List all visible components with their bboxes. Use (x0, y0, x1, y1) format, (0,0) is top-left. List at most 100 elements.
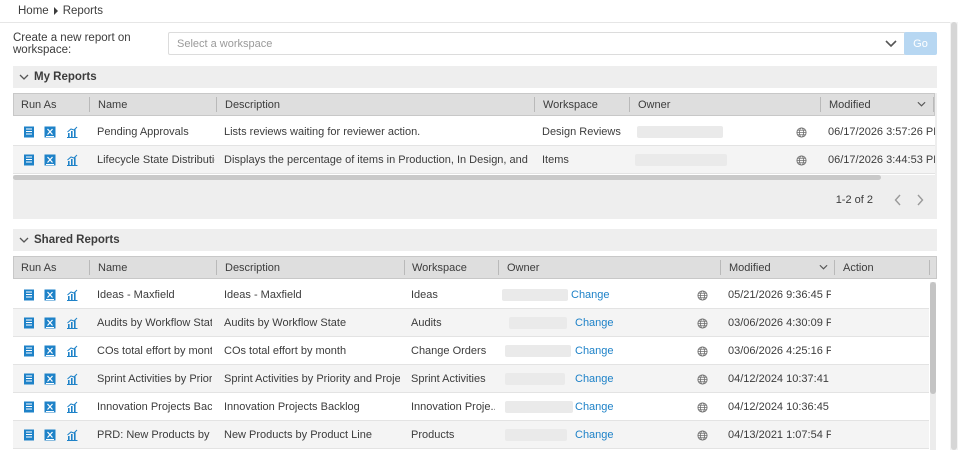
workspace-select[interactable]: Select a workspace (168, 32, 906, 55)
chart-view-icon[interactable] (66, 154, 78, 166)
col-modified[interactable]: Modified (722, 257, 822, 278)
table-row[interactable]: Sprint Activities by Priority Sprint Acti… (13, 365, 929, 393)
globe-icon (697, 346, 708, 357)
col-description[interactable]: Description (218, 257, 404, 278)
change-owner-link[interactable]: Change (575, 421, 615, 448)
report-name[interactable]: Lifecycle State Distribution (97, 146, 215, 173)
owner-name-redacted (637, 126, 723, 138)
chart-view-icon[interactable] (66, 126, 78, 138)
globe-icon (796, 155, 807, 166)
table-row[interactable]: Pending Approvals Lists reviews waiting … (13, 118, 935, 146)
my-reports-panel: Run As Name Description Workspace Owner … (13, 93, 937, 219)
chart-view-icon[interactable] (66, 373, 78, 385)
globe-icon (697, 318, 708, 329)
chart-view-icon[interactable] (66, 317, 78, 329)
report-name[interactable]: COs total effort by month (97, 337, 212, 364)
report-name[interactable]: Innovation Projects Backlo (97, 393, 212, 420)
report-name[interactable]: Pending Approvals (97, 118, 215, 145)
table-view-icon[interactable] (23, 401, 35, 413)
table-view-icon[interactable] (23, 345, 35, 357)
change-owner-link[interactable]: Change (575, 393, 615, 420)
report-workspace: Sprint Activities (411, 372, 486, 385)
col-workspace[interactable]: Workspace (405, 257, 498, 278)
chevron-left-icon[interactable] (893, 194, 903, 206)
change-owner-link[interactable]: Change (575, 365, 615, 392)
col-owner[interactable]: Owner (500, 257, 720, 278)
my-reports-header[interactable]: My Reports (13, 66, 937, 88)
excel-export-icon[interactable] (44, 154, 56, 166)
table-view-icon[interactable] (23, 317, 35, 329)
report-modified: 04/12/2024 10:36:45 A... (728, 400, 831, 413)
table-row[interactable]: Innovation Projects Backlo Innovation Pro… (13, 393, 929, 421)
breadcrumb-home[interactable]: Home (18, 5, 49, 17)
col-description[interactable]: Description (218, 94, 534, 115)
col-name[interactable]: Name (91, 94, 216, 115)
shared-reports-panel: Run As Name Description Workspace Owner … (13, 256, 937, 450)
excel-export-icon[interactable] (44, 126, 56, 138)
table-row[interactable]: PRD: New Products by Proc New Products by… (13, 421, 929, 449)
table-view-icon[interactable] (23, 373, 35, 385)
shared-reports-header[interactable]: Shared Reports (13, 229, 937, 251)
table-view-icon[interactable] (23, 154, 35, 166)
report-modified: 06/17/2026 3:44:53 PM (828, 153, 935, 166)
change-owner-link[interactable]: Change (575, 337, 615, 364)
chart-view-icon[interactable] (66, 401, 78, 413)
excel-export-icon[interactable] (44, 289, 56, 301)
header-divider (0, 22, 950, 23)
column-divider[interactable] (534, 97, 535, 112)
column-divider[interactable] (629, 97, 630, 112)
workspace-select-placeholder: Select a workspace (177, 37, 273, 50)
owner-name-redacted (505, 429, 567, 441)
report-name[interactable]: Sprint Activities by Priority (97, 365, 212, 392)
col-owner[interactable]: Owner (631, 94, 819, 115)
chevron-right-icon[interactable] (915, 194, 925, 206)
chart-view-icon[interactable] (66, 345, 78, 357)
column-divider (929, 260, 930, 275)
report-description: COs total effort by month (224, 344, 347, 357)
report-name[interactable]: Ideas - Maxfield (97, 281, 212, 308)
my-reports-table-header: Run As Name Description Workspace Owner … (13, 93, 935, 116)
table-row[interactable]: COs total effort by month COs total effor… (13, 337, 929, 365)
table-row[interactable]: Lifecycle State Distribution Displays th… (13, 146, 935, 174)
report-name[interactable]: PRD: New Products by Proc (97, 421, 212, 448)
column-divider[interactable] (89, 97, 90, 112)
report-name[interactable]: Audits by Workflow State (97, 309, 212, 336)
column-divider[interactable] (89, 260, 90, 275)
chevron-right-icon (53, 7, 58, 15)
chart-view-icon[interactable] (66, 289, 78, 301)
my-reports-pager: 1-2 of 2 (836, 190, 937, 210)
owner-name-redacted (502, 289, 568, 301)
col-workspace[interactable]: Workspace (536, 94, 629, 115)
col-modified[interactable]: Modified (822, 94, 922, 115)
column-divider[interactable] (834, 260, 835, 275)
page-scrollbar[interactable] (951, 22, 957, 450)
go-button[interactable]: Go (904, 32, 937, 55)
table-row[interactable]: Ideas - Maxfield Ideas - Maxfield Ideas Cha… (13, 281, 929, 309)
report-modified: 03/06/2026 4:25:16 PM (728, 344, 831, 357)
table-view-icon[interactable] (23, 429, 35, 441)
column-divider[interactable] (498, 260, 499, 275)
horizontal-scrollbar[interactable] (13, 175, 881, 180)
sort-desc-icon[interactable] (819, 264, 828, 271)
globe-icon (697, 402, 708, 413)
change-owner-link[interactable]: Change (575, 309, 615, 336)
excel-export-icon[interactable] (44, 401, 56, 413)
table-vertical-scrollbar[interactable] (930, 282, 936, 394)
excel-export-icon[interactable] (44, 317, 56, 329)
table-view-icon[interactable] (23, 126, 35, 138)
change-owner-link[interactable]: Change (571, 281, 611, 308)
my-reports-table: Run As Name Description Workspace Owner … (13, 93, 935, 175)
column-divider[interactable] (216, 97, 217, 112)
breadcrumb: Home Reports (18, 4, 103, 18)
column-divider[interactable] (720, 260, 721, 275)
excel-export-icon[interactable] (44, 345, 56, 357)
column-divider[interactable] (820, 97, 821, 112)
sort-desc-icon[interactable] (917, 101, 926, 108)
table-row[interactable]: Audits by Workflow State Audits by Workfl… (13, 309, 929, 337)
col-name[interactable]: Name (91, 257, 216, 278)
excel-export-icon[interactable] (44, 429, 56, 441)
column-divider[interactable] (216, 260, 217, 275)
chart-view-icon[interactable] (66, 429, 78, 441)
table-view-icon[interactable] (23, 289, 35, 301)
excel-export-icon[interactable] (44, 373, 56, 385)
